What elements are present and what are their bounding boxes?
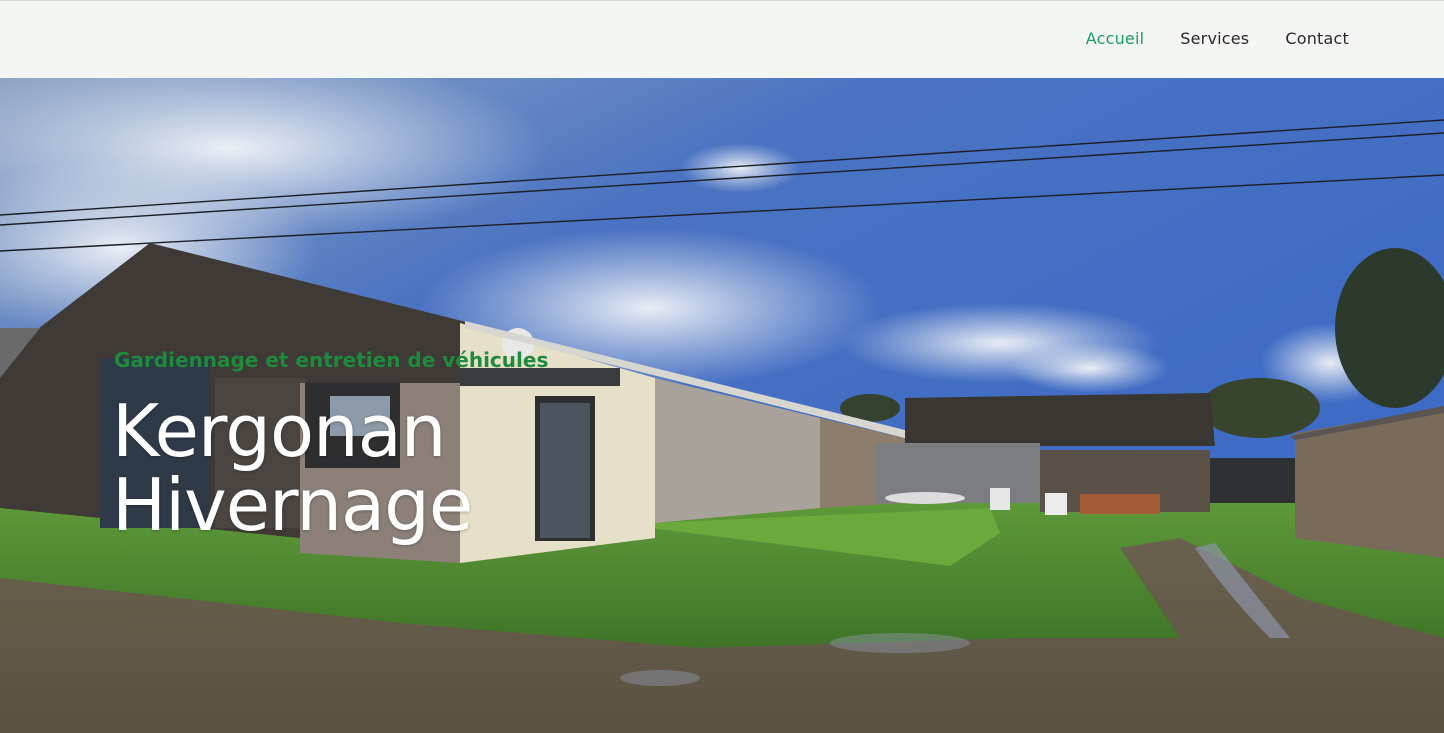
nav-accueil[interactable]: Accueil: [1086, 29, 1145, 48]
hero-title-line-1: Kergonan: [112, 389, 446, 473]
site-header: Accueil Services Contact: [0, 0, 1444, 78]
hero-banner: Gardiennage et entretien de véhicules Ke…: [0, 78, 1444, 733]
hero-title-line-2: Hivernage: [112, 463, 473, 547]
nav-contact[interactable]: Contact: [1285, 29, 1349, 48]
nav-services[interactable]: Services: [1180, 29, 1249, 48]
hero-subtitle: Gardiennage et entretien de véhicules: [114, 348, 549, 372]
main-nav: Accueil Services Contact: [1086, 29, 1349, 48]
hero-title: Kergonan Hivernage: [112, 389, 473, 547]
